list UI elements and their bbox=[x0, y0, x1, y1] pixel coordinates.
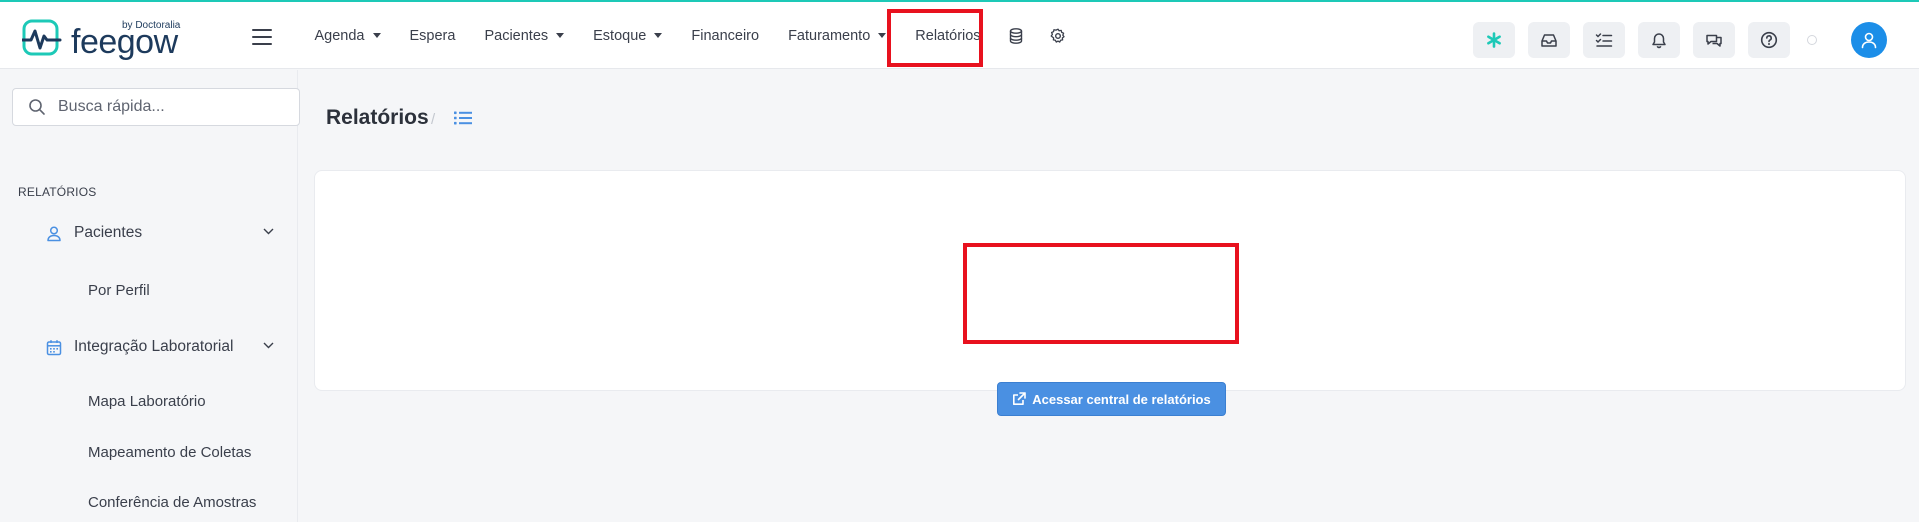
bell-icon bbox=[1652, 32, 1666, 48]
caret-down-icon bbox=[878, 33, 887, 38]
database-icon[interactable] bbox=[995, 2, 1037, 69]
access-reports-center-button[interactable]: Acessar central de relatórios bbox=[997, 382, 1226, 416]
user-icon bbox=[47, 225, 61, 241]
caret-down-icon bbox=[372, 33, 381, 38]
brand-name: feegow bbox=[71, 23, 178, 61]
nav-item-agenda[interactable]: Agenda bbox=[300, 2, 395, 69]
asterisk-button[interactable] bbox=[1473, 22, 1515, 58]
header-toolbar bbox=[1473, 21, 1887, 59]
main-nav: Agenda Espera Pacientes Estoque Financei… bbox=[300, 2, 1079, 69]
nav-item-financeiro[interactable]: Financeiro bbox=[677, 2, 774, 69]
breadcrumb-separator: / bbox=[431, 111, 436, 128]
nav-item-faturamento[interactable]: Faturamento bbox=[774, 2, 901, 69]
sidebar-group-label: Pacientes bbox=[74, 224, 143, 241]
caret-down-icon bbox=[654, 33, 663, 38]
hamburger-menu-icon[interactable] bbox=[252, 29, 272, 45]
sidebar-group-label: Integração Laboratorial bbox=[74, 338, 234, 355]
nav-item-espera[interactable]: Espera bbox=[395, 2, 470, 69]
chevron-down-icon bbox=[263, 342, 274, 349]
chat-icon bbox=[1706, 34, 1722, 47]
search-input[interactable] bbox=[58, 98, 278, 116]
inbox-icon bbox=[1541, 34, 1557, 47]
nav-item-label: Financeiro bbox=[691, 27, 760, 44]
page-title: Relatórios bbox=[326, 106, 429, 129]
user-avatar[interactable] bbox=[1851, 22, 1887, 58]
inbox-button[interactable] bbox=[1528, 22, 1570, 58]
quick-search[interactable] bbox=[12, 88, 300, 126]
checklist-button[interactable] bbox=[1583, 22, 1625, 58]
sidebar-group-pacientes[interactable]: Pacientes bbox=[46, 218, 286, 248]
user-icon bbox=[1861, 32, 1877, 49]
access-reports-center-label: Acessar central de relatórios bbox=[1032, 391, 1211, 407]
search-icon bbox=[29, 99, 45, 115]
chat-button[interactable] bbox=[1693, 22, 1735, 58]
checklist-icon bbox=[1595, 33, 1613, 47]
sidebar-group-integracao-laboratorial[interactable]: Integração Laboratorial bbox=[46, 332, 286, 362]
sidebar-item-por-perfil[interactable]: Por Perfil bbox=[88, 282, 150, 299]
chevron-down-icon bbox=[263, 228, 274, 235]
sidebar: RELATÓRIOS Pacientes Por Perfil Integraç… bbox=[0, 70, 300, 522]
sidebar-section-title: RELATÓRIOS bbox=[18, 185, 97, 199]
feegow-logo-icon bbox=[22, 19, 62, 56]
sidebar-item-mapa-laboratorio[interactable]: Mapa Laboratório bbox=[88, 393, 206, 410]
asterisk-icon bbox=[1487, 32, 1501, 48]
nav-item-label: Pacientes bbox=[484, 27, 549, 44]
help-icon bbox=[1760, 31, 1778, 49]
notifications-button[interactable] bbox=[1638, 22, 1680, 58]
nav-item-pacientes[interactable]: Pacientes bbox=[470, 2, 579, 69]
gear-icon[interactable] bbox=[1037, 2, 1079, 69]
calendar-icon bbox=[46, 339, 62, 355]
brand-logo[interactable]: by Doctoralia feegow bbox=[22, 19, 182, 63]
sidebar-item-mapeamento-de-coletas[interactable]: Mapeamento de Coletas bbox=[88, 444, 251, 461]
help-button[interactable] bbox=[1748, 22, 1790, 58]
nav-item-label: Agenda bbox=[314, 27, 365, 44]
nav-item-label: Espera bbox=[409, 27, 456, 44]
caret-down-icon bbox=[556, 33, 565, 38]
top-navbar: by Doctoralia feegow Agenda Espera Pacie… bbox=[0, 2, 1919, 69]
list-icon[interactable] bbox=[454, 110, 473, 126]
nav-item-label: Faturamento bbox=[788, 27, 871, 44]
nav-item-label: Estoque bbox=[593, 27, 647, 44]
sidebar-item-conferencia-de-amostras[interactable]: Conferência de Amostras bbox=[88, 494, 256, 511]
reports-card: Acessar central de relatórios bbox=[314, 170, 1906, 416]
external-link-icon bbox=[1013, 392, 1027, 405]
status-indicator bbox=[1807, 35, 1817, 45]
nav-item-relatorios[interactable]: Relatórios bbox=[901, 2, 995, 69]
nav-item-estoque[interactable]: Estoque bbox=[579, 2, 677, 69]
nav-item-label: Relatórios bbox=[915, 27, 981, 44]
